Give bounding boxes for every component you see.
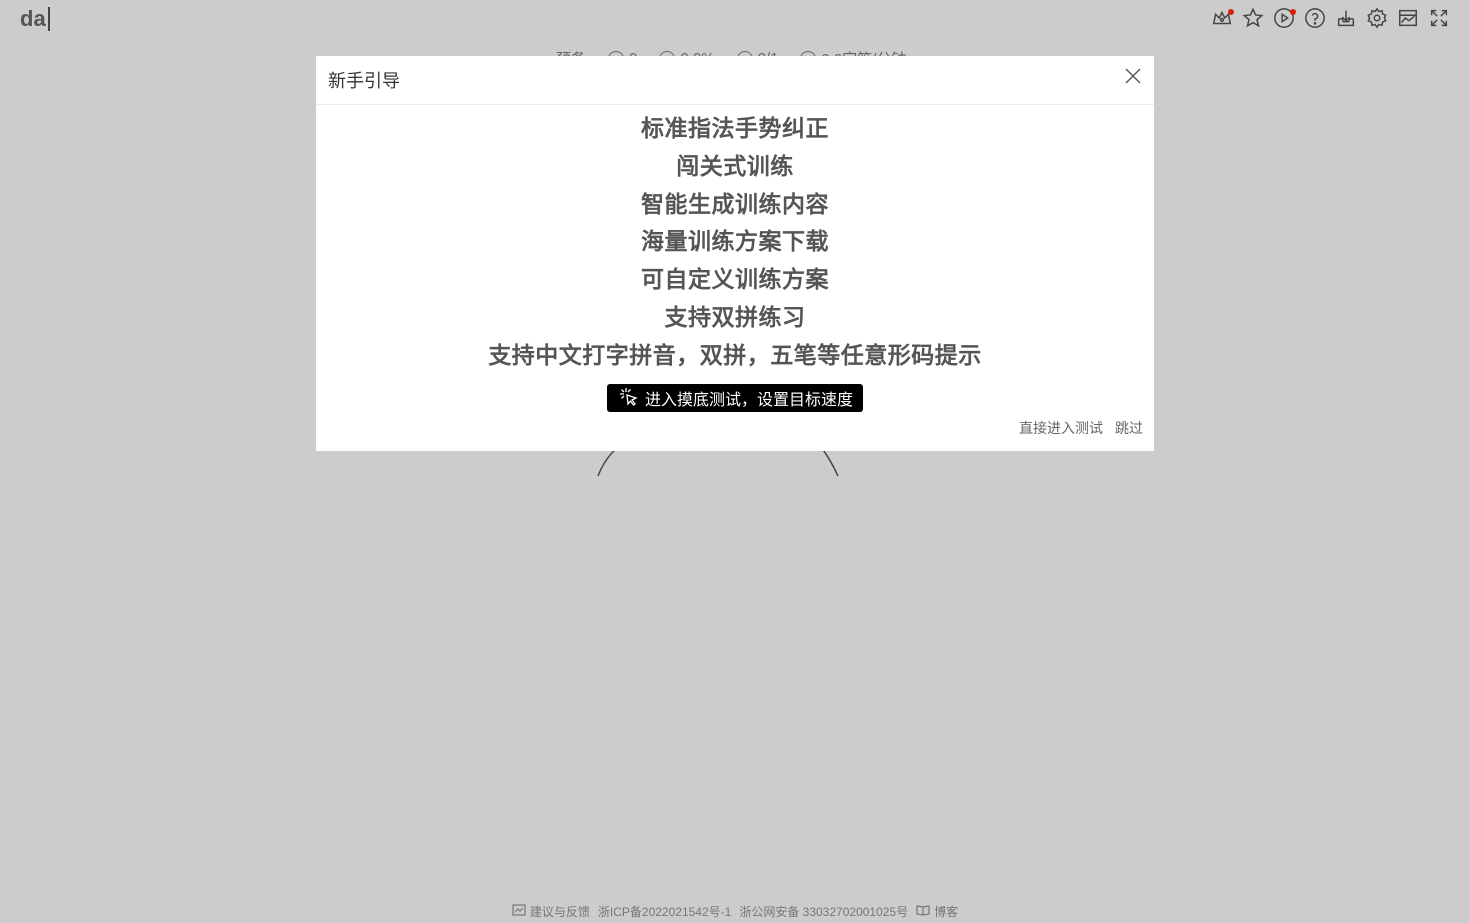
- feedback-label: 建议与反馈: [529, 905, 590, 919]
- cta-wrap: 进入摸底测试，设置目标速度: [316, 383, 1154, 412]
- blog-label: 博客: [934, 905, 959, 919]
- download-button[interactable]: [1335, 8, 1357, 32]
- settings-button[interactable]: [1366, 7, 1388, 33]
- direct-test-link[interactable]: 直接进入测试: [1019, 418, 1103, 438]
- click-cursor-icon: [617, 385, 639, 411]
- close-button[interactable]: [1124, 67, 1142, 85]
- dialog-footer: 直接进入测试 跳过: [1019, 418, 1143, 438]
- icp-link[interactable]: 浙ICP备2022021542号-1: [598, 903, 731, 920]
- blog-link[interactable]: 博客: [916, 903, 958, 920]
- onboarding-dialog: 新手引导 标准指法手势纠正 闯关式训练 智能生成训练内容 海量训练方案下载 可自…: [316, 56, 1154, 451]
- chart-icon: [1397, 7, 1419, 33]
- feature-list: 标准指法手势纠正 闯关式训练 智能生成训练内容 海量训练方案下载 可自定义训练方…: [316, 105, 1154, 376]
- feature-item: 海量训练方案下载: [641, 229, 829, 256]
- page-footer: 建议与反馈 浙ICP备2022021542号-1 浙公网安备 330327020…: [0, 903, 1470, 920]
- close-icon: [1124, 68, 1142, 89]
- download-icon: [1335, 7, 1357, 33]
- skip-link[interactable]: 跳过: [1115, 418, 1143, 438]
- play-button[interactable]: [1273, 8, 1296, 32]
- feature-item: 支持中文打字拼音，双拼，五笔等任意形码提示: [488, 342, 982, 369]
- vip-button[interactable]: [1211, 8, 1234, 32]
- help-button[interactable]: [1304, 8, 1326, 32]
- icp-label: 浙ICP备2022021542号-1: [597, 905, 732, 919]
- notification-dot: [1228, 9, 1234, 15]
- dialog-header: 新手引导: [316, 56, 1154, 105]
- feature-item: 闯关式训练: [676, 153, 794, 180]
- fullscreen-icon: [1428, 7, 1450, 33]
- notification-dot: [1290, 9, 1296, 15]
- typing-word-text: da: [20, 6, 46, 31]
- feature-item: 标准指法手势纠正: [641, 116, 829, 142]
- police-record-label: 浙公网安备 33032702001025号: [739, 905, 909, 919]
- police-record-link[interactable]: 浙公网安备 33032702001025号: [739, 903, 908, 920]
- favorite-button[interactable]: [1242, 7, 1264, 33]
- feature-item: 支持双拼练习: [664, 304, 806, 331]
- fullscreen-button[interactable]: [1428, 8, 1450, 32]
- start-assessment-button[interactable]: 进入摸底测试，设置目标速度: [606, 383, 863, 412]
- help-icon: [1304, 7, 1326, 33]
- text-caret: [47, 7, 50, 31]
- book-icon: [916, 904, 930, 919]
- feature-item: 智能生成训练内容: [641, 191, 829, 218]
- settings-icon: [1366, 7, 1388, 33]
- top-toolbar: [1211, 7, 1450, 33]
- start-assessment-label: 进入摸底测试，设置目标速度: [644, 389, 853, 409]
- star-icon: [1242, 7, 1264, 33]
- feedback-link[interactable]: 建议与反馈: [512, 903, 590, 920]
- feedback-icon: [512, 904, 526, 919]
- statistics-button[interactable]: [1397, 8, 1419, 32]
- dialog-title: 新手引导: [328, 71, 400, 92]
- feature-item: 可自定义训练方案: [641, 267, 829, 294]
- typing-word: da: [20, 6, 50, 32]
